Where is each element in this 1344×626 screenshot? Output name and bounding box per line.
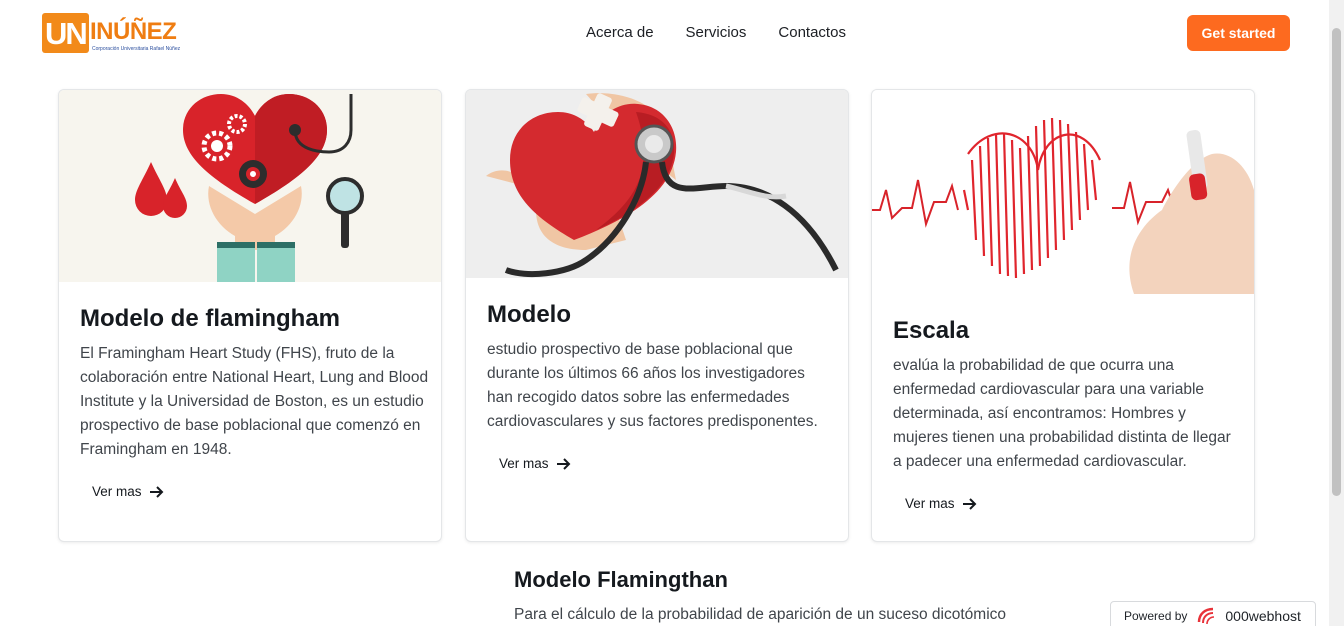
heart-gears-illustration-icon [59,90,441,282]
section-title: Modelo Flamingthan [514,567,728,592]
get-started-button[interactable]: Get started [1187,15,1290,51]
card-description: estudio prospectivo de base poblacional … [487,341,818,430]
card-flamingham: Modelo de flamingham El Framingham Heart… [58,89,442,542]
section-text: Para el cálculo de la probabilidad de ap… [514,606,1007,623]
logo-word: INÚÑEZ [90,18,177,45]
main-nav: Acerca de Servicios Contactos [586,22,846,44]
card-escala: Escala evalúa la probabilidad de que ocu… [871,89,1255,542]
heart-stethoscope-photo-icon [466,90,848,278]
webhost-logo-icon [1198,607,1215,625]
ver-mas-label: Ver mas [92,484,142,499]
logo-mark-text: UN [45,16,88,51]
powered-by-badge[interactable]: Powered by 000webhost [1110,601,1316,626]
card-title: Escala [893,317,970,344]
card-title: Modelo de flamingham [80,305,341,332]
site-header: UN INÚÑEZ Corporación Universitaria Rafa… [0,0,1344,68]
nav-link-contactos[interactable]: Contactos [778,22,846,44]
ver-mas-label: Ver mas [905,496,955,511]
nav-link-acerca[interactable]: Acerca de [586,22,654,44]
card-modelo: Modelo estudio prospectivo de base pobla… [465,89,849,542]
card-description: El Framingham Heart Study (FHS), fruto d… [80,345,429,458]
page-scrollbar[interactable] [1329,0,1344,626]
webhost-brand-label: 000webhost [1225,608,1301,624]
logo-mark: UN [42,13,89,53]
ver-mas-link[interactable]: Ver mas [499,455,571,473]
heartbeat-drawing-icon [872,90,1254,294]
ver-mas-link[interactable]: Ver mas [92,483,164,501]
ver-mas-link[interactable]: Ver mas [905,495,977,513]
card-description: evalúa la probabilidad de que ocurra una… [893,357,1231,470]
university-logo[interactable]: UN INÚÑEZ Corporación Universitaria Rafa… [42,12,182,54]
scrollbar-thumb[interactable] [1332,28,1341,496]
logo-tagline: Corporación Universitaria Rafael Núñez [92,46,181,52]
nav-link-servicios[interactable]: Servicios [686,22,747,44]
arrow-right-icon [962,498,976,510]
arrow-right-icon [556,458,570,470]
ver-mas-label: Ver mas [499,456,549,471]
powered-by-label: Powered by [1124,609,1188,623]
card-title: Modelo [487,301,571,328]
arrow-right-icon [149,486,163,498]
